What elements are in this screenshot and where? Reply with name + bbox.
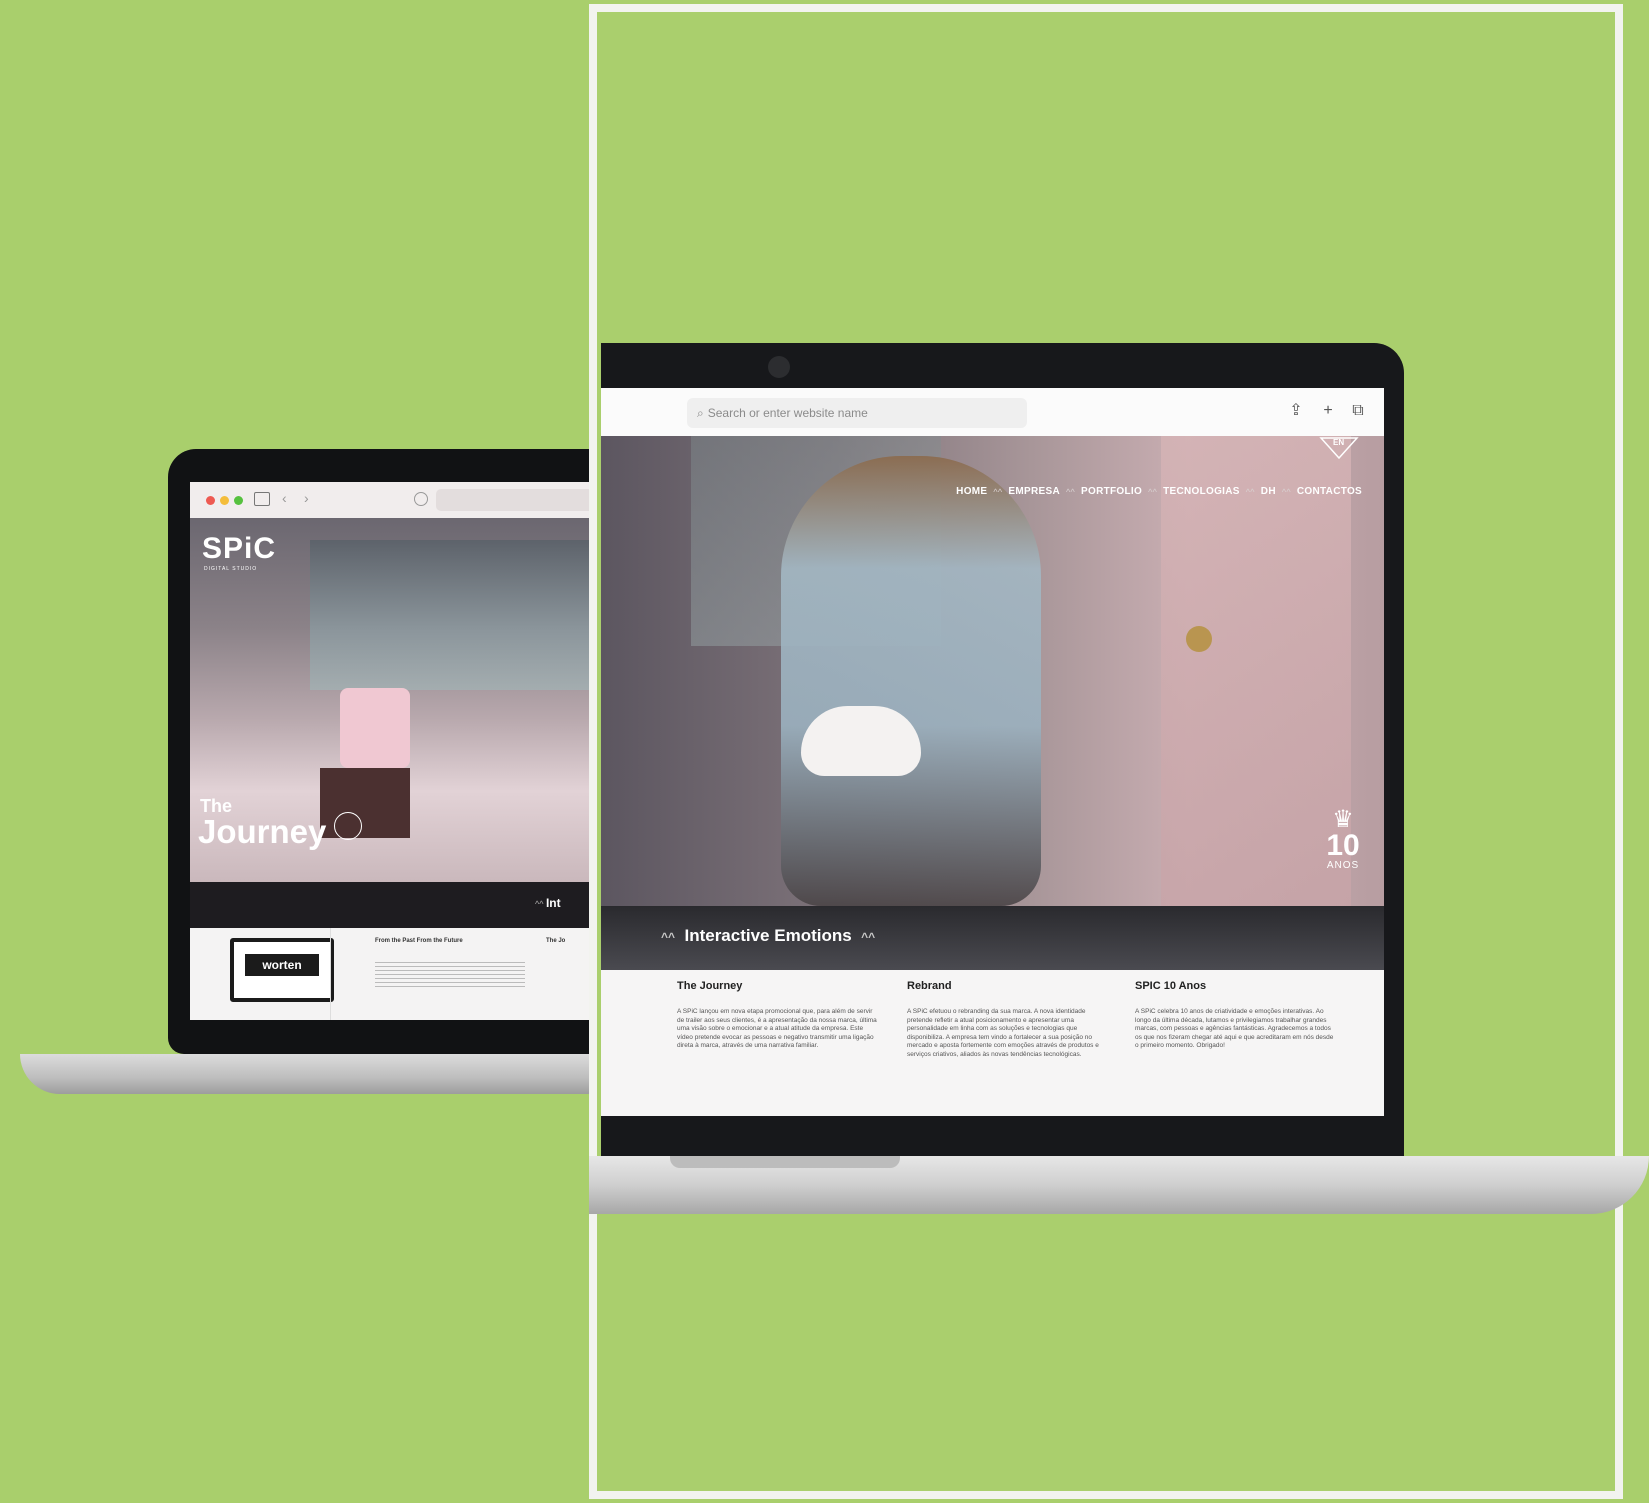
language-code: EN [1333, 438, 1345, 447]
webcam [768, 356, 790, 378]
search-icon: ⌕ [697, 406, 704, 420]
language-badge[interactable]: EN [1319, 436, 1359, 462]
card-body: A SPiC efetuou o rebranding da sua marca… [907, 1008, 1099, 1058]
forward-chevron-icon[interactable]: › [304, 490, 309, 506]
card-spic-10-anos[interactable]: SPIC 10 Anos A SPiC celebra 10 anos de c… [1135, 980, 1335, 1051]
hero-window [310, 540, 608, 690]
badge-text: ANOS [1326, 860, 1360, 871]
search-input[interactable]: ⌕ Search or enter website name [687, 398, 1027, 428]
cards-row: The Journey A SPiC lançou em nova etapa … [601, 970, 1384, 1116]
nav-item-empresa[interactable]: EMPRESA [1008, 486, 1060, 497]
left-laptop-base [20, 1054, 620, 1094]
nav-item-dh[interactable]: DH [1261, 486, 1276, 497]
anniversary-badge[interactable]: ♛ 10 ANOS [1313, 808, 1373, 878]
right-hero-image: EN HOME ^^ EMPRESA ^^ PORTFOLIO ^^ TECNO… [601, 436, 1384, 906]
minimize-dot-icon[interactable] [220, 496, 229, 505]
search-placeholder: Search or enter website name [707, 406, 868, 420]
nav-separator-icon: ^^ [993, 486, 1003, 497]
chevron-up-icon: ^^ [661, 930, 676, 944]
right-laptop-screen: ⌕ Search or enter website name ⇪ + ⧉ EN H… [601, 388, 1384, 1116]
card-title: The Journey [677, 980, 743, 992]
left-card-title-2: The Jo [546, 938, 566, 944]
monitor-illustration: worten [230, 938, 334, 1002]
section-title: Interactive Emotions [684, 926, 852, 945]
privacy-shield-icon [414, 492, 428, 506]
nav-item-home[interactable]: HOME [956, 486, 987, 497]
card-title: SPIC 10 Anos [1135, 980, 1207, 992]
maximize-dot-icon[interactable] [234, 496, 243, 505]
chevron-up-icon: ^^ [861, 930, 876, 944]
door-knob [1186, 626, 1212, 652]
nav-item-tecnologias[interactable]: TECNOLOGIAS [1163, 486, 1240, 497]
left-hero-image: SPiC DIGITAL STUDIO The Journey [190, 518, 608, 882]
card-rebrand[interactable]: Rebrand A SPiC efetuou o rebranding da s… [907, 980, 1107, 1059]
card-body: A SPiC lançou em nova etapa promocional … [677, 1008, 877, 1049]
left-browser-toolbar: ‹ › [190, 482, 608, 519]
tabs-overview-icon[interactable]: ⧉ [1347, 400, 1369, 422]
nav-separator-icon: ^^ [1065, 486, 1076, 497]
divider [330, 928, 331, 1020]
hero-woman-figure [781, 456, 1041, 906]
nav-item-portfolio[interactable]: PORTFOLIO [1081, 486, 1142, 497]
section-title-row: ^^ Interactive Emotions ^^ [661, 926, 875, 946]
hero-gift-box [340, 688, 410, 768]
right-browser-toolbar: ⌕ Search or enter website name ⇪ + ⧉ [601, 388, 1384, 437]
laptop-notch [670, 1156, 900, 1168]
brand-logo[interactable]: SPiC [202, 532, 276, 566]
main-nav: HOME ^^ EMPRESA ^^ PORTFOLIO ^^ TECNOLOG… [956, 486, 1362, 497]
address-bar[interactable] [436, 489, 608, 511]
section-band: ^^ Interactive Emotions ^^ [601, 906, 1384, 970]
sidebar-icon[interactable] [254, 492, 270, 506]
close-dot-icon[interactable] [206, 496, 215, 505]
left-card-title-1: From the Past From the Future [375, 938, 463, 944]
hero-title-large: Journey [198, 813, 327, 850]
nav-separator-icon: ^^ [1148, 486, 1158, 497]
chevron-up-icon: ^^ [535, 899, 546, 909]
play-button-icon[interactable] [334, 812, 362, 840]
nav-item-contactos[interactable]: CONTACTOS [1297, 486, 1362, 497]
card-body: A SPiC celebra 10 anos de criatividade e… [1135, 1008, 1334, 1049]
card-the-journey[interactable]: The Journey A SPiC lançou em nova etapa … [677, 980, 877, 1051]
share-icon[interactable]: ⇪ [1285, 400, 1307, 422]
worten-logo: worten [245, 954, 319, 976]
left-card-body-1 [375, 962, 525, 990]
nav-separator-icon: ^^ [1281, 486, 1291, 497]
back-chevron-icon[interactable]: ‹ [282, 490, 287, 506]
left-band-label: ^^ Int [535, 896, 561, 910]
left-laptop-screen: ‹ › SPiC DIGITAL STUDIO The Journey ^^ I… [190, 482, 608, 1020]
left-band-text: Int [545, 896, 561, 910]
left-section-band: ^^ Int [190, 882, 608, 928]
left-content-area: worten From the Past From the Future The… [190, 928, 608, 1020]
badge-number: 10 [1326, 829, 1360, 862]
hero-rabbit [801, 706, 921, 776]
card-title: Rebrand [907, 980, 952, 992]
new-tab-icon[interactable]: + [1317, 400, 1339, 422]
nav-separator-icon: ^^ [1245, 486, 1255, 497]
brand-subtitle: DIGITAL STUDIO [204, 566, 258, 572]
